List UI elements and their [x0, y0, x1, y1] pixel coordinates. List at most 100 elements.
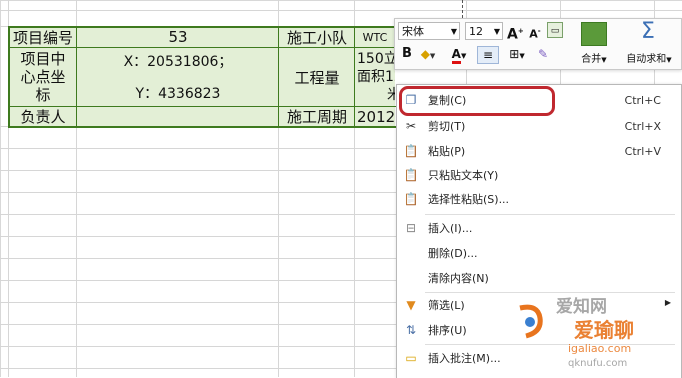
borders-button[interactable]: ⊞▼ [505, 46, 529, 64]
marquee-border [462, 0, 463, 18]
table-border [8, 47, 396, 48]
menu-item-label: 插入批注(M)... [428, 352, 501, 365]
paste-icon: 📋 [403, 144, 419, 158]
menu-item-sort[interactable]: ⇅ 排序(U) [397, 319, 681, 343]
font-name-select[interactable]: 宋体 ▼ [398, 22, 460, 40]
format-painter-button[interactable]: ▭ [547, 22, 563, 38]
menu-item-filter[interactable]: ▼ 筛选(L) ▶ [397, 294, 681, 318]
format-brush-button[interactable]: ✎ [535, 46, 551, 62]
font-color-icon: A [451, 47, 461, 64]
menu-item-insert-comment[interactable]: ▭ 插入批注(M)... [397, 347, 681, 371]
shrink-font-icon: A [529, 27, 538, 41]
menu-separator [425, 292, 675, 293]
menu-item-paste-text[interactable]: 📋 只粘贴文本(Y) [397, 164, 681, 188]
quantity-line-3: 米 [387, 87, 395, 103]
period-value: 2012 [357, 107, 395, 126]
menu-item-delete[interactable]: 删除(D)... [397, 242, 681, 266]
row-line [0, 10, 682, 11]
period-label: 施工周期 [286, 108, 347, 126]
menu-item-label: 只粘贴文本(Y) [428, 169, 499, 182]
brush-icon: ✎ [537, 47, 549, 61]
menu-item-label: 删除(D)... [428, 247, 478, 260]
cell-quantity-label[interactable]: 工程量 [279, 48, 355, 106]
table-border [8, 26, 396, 28]
merge-button[interactable]: 合并▼ [576, 21, 612, 67]
bold-button[interactable]: B [400, 46, 414, 62]
coord-y: Y：4336823 [135, 86, 221, 102]
bold-icon: B [402, 46, 412, 61]
shrink-font-button[interactable]: A- [527, 23, 543, 43]
font-size-select[interactable]: 12 ▼ [465, 22, 503, 40]
cell-quantity-value[interactable]: 150立 面积120平方 米 [355, 48, 395, 106]
cell-owner-value[interactable] [77, 107, 279, 126]
align-center-button[interactable]: ≡ [477, 46, 499, 64]
copy-highlight-ring [399, 86, 555, 116]
cell-project-number-label[interactable]: 项目编号 [9, 27, 77, 47]
owner-label: 负责人 [20, 108, 66, 126]
menu-item-label: 剪切(T) [428, 120, 466, 133]
mini-toolbar: 宋体 ▼ 12 ▼ A+ A- ▭ B ◆▼ A▼ ≡ ⊞▼ ✎ 合并▼ Σ 自… [394, 18, 682, 70]
autosum-button[interactable]: Σ 自动求和▼ [620, 19, 678, 67]
grow-font-button[interactable]: A+ [507, 23, 524, 43]
table-border [8, 106, 396, 107]
fill-color-button[interactable]: ◆▼ [419, 46, 437, 64]
context-menu: ❐ 复制(C) Ctrl+C ✂ 剪切(T) Ctrl+X 📋 粘贴(P) Ct… [396, 84, 682, 378]
team-label: 施工小队 [286, 28, 347, 47]
cell-team-value[interactable]: WTC [355, 27, 395, 47]
cell-owner-label[interactable]: 负责人 [9, 107, 77, 126]
chevron-down-icon: ▼ [450, 27, 457, 36]
cell-center-coord-value[interactable]: X：20531806； Y：4336823 [77, 48, 279, 106]
borders-icon: ⊞ [509, 47, 520, 61]
cell-center-coord-label[interactable]: 项目中心点坐标 [9, 48, 77, 106]
center-coord-label-text: 项目中心点坐标 [20, 50, 66, 104]
fill-bucket-icon: ◆ [420, 47, 430, 61]
menu-item-clear-contents[interactable]: 清除内容(N) [397, 267, 681, 291]
menu-item-label: 筛选(L) [428, 299, 465, 312]
font-size-value: 12 [469, 25, 483, 38]
merge-label: 合并 [581, 54, 602, 65]
merge-cells-icon [581, 22, 607, 46]
menu-item-label: 排序(U) [428, 324, 467, 337]
menu-item-insert[interactable]: ⊟ 插入(I)... [397, 217, 681, 241]
comment-icon: ▭ [405, 351, 417, 365]
quantity-line-1: 150立 [357, 51, 395, 67]
cell-period-label[interactable]: 施工周期 [279, 107, 355, 126]
cell-period-value[interactable]: 2012 [355, 107, 395, 126]
menu-item-label: 粘贴(P) [428, 145, 466, 158]
paste-text-icon: 📋 [403, 168, 419, 182]
project-number-label: 项目编号 [12, 28, 73, 47]
autosum-label: 自动求和 [626, 54, 667, 65]
team-value: WTC [362, 30, 388, 44]
menu-item-label: 选择性粘贴(S)... [428, 193, 510, 206]
menu-item-label: 插入(I)... [428, 222, 473, 235]
submenu-arrow-icon: ▶ [664, 298, 671, 307]
menu-item-cut[interactable]: ✂ 剪切(T) Ctrl+X [397, 115, 681, 139]
table-border [278, 26, 279, 128]
paste-special-icon: 📋 [403, 192, 419, 206]
border-box-icon: ▭ [550, 26, 560, 36]
table-border [354, 26, 355, 128]
menu-item-paste[interactable]: 📋 粘贴(P) Ctrl+V [397, 140, 681, 164]
grow-font-icon: A [507, 26, 518, 43]
menu-separator [425, 344, 675, 345]
menu-item-paste-special[interactable]: 📋 选择性粘贴(S)... [397, 188, 681, 212]
center-coord-label: 项目中心点坐标 [17, 50, 69, 104]
menu-item-shortcut: Ctrl+V [624, 145, 661, 158]
cell-team-label[interactable]: 施工小队 [279, 27, 355, 47]
chevron-down-icon: ▼ [493, 27, 500, 36]
table-border [8, 126, 396, 128]
sort-icon: ⇅ [405, 323, 417, 337]
menu-item-shortcut: Ctrl+C [624, 94, 661, 107]
quantity-line-2: 面积120平方 [357, 69, 395, 85]
menu-separator [425, 214, 675, 215]
cell-project-number-value[interactable]: 53 [77, 27, 279, 47]
align-center-icon: ≡ [482, 48, 494, 62]
menu-item-label: 清除内容(N) [428, 272, 489, 285]
sigma-icon: Σ [641, 19, 655, 44]
coord-x: X：20531806； [123, 54, 233, 70]
table-border [8, 26, 10, 128]
table-border [76, 26, 77, 128]
project-number-value: 53 [168, 28, 188, 46]
font-color-button[interactable]: A▼ [449, 46, 469, 64]
font-name-value: 宋体 [402, 25, 424, 38]
